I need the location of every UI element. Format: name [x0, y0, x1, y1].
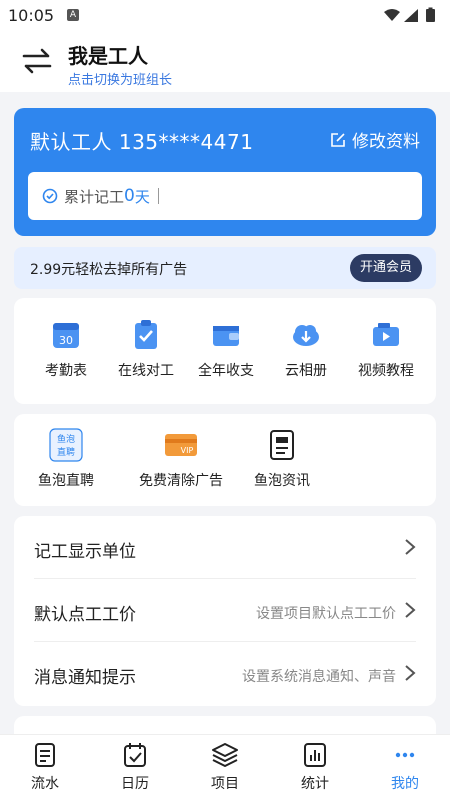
grid-label: 鱼泡资讯 [254, 473, 310, 489]
bar-chart-icon [304, 743, 326, 767]
grid-item-video-tutorial[interactable]: 视频教程 [346, 318, 426, 380]
svg-text:30: 30 [59, 334, 73, 347]
profile-phone: 135****4471 [118, 130, 254, 154]
wifi-icon [384, 9, 400, 21]
tab-ledger[interactable]: 流水 [10, 741, 80, 793]
signal-icon [404, 9, 418, 22]
vip-badge-text: VIP [181, 446, 194, 455]
chevron-right-icon [405, 539, 416, 555]
notification-a-icon: A [67, 9, 79, 21]
video-icon [373, 323, 399, 346]
yupao-recruit-icon: 鱼泡 直聘 [49, 428, 83, 462]
grid-item-attendance[interactable]: 30 考勤表 [26, 318, 106, 380]
calendar-30-icon: 30 [53, 323, 79, 348]
grid-item-yupao-news[interactable]: 鱼泡资讯 [242, 428, 322, 490]
badge-text-line1: 鱼泡 [57, 433, 75, 445]
setting-title: 默认点工工价 [34, 605, 136, 625]
services-grid: 鱼泡 直聘 鱼泡直聘 VIP 免费清除广告 鱼泡资讯 [14, 414, 436, 506]
wallet-icon [213, 326, 239, 346]
setting-title: 消息通知提示 [34, 668, 136, 688]
grid-label: 免费清除广告 [139, 473, 223, 489]
setting-notifications[interactable]: 消息通知提示 设置系统消息通知、声音 [14, 642, 436, 704]
status-icons [384, 7, 435, 22]
profile-name-line: 默认工人 135****4471 [30, 126, 253, 155]
grid-item-online-check[interactable]: 在线对工 [106, 318, 186, 380]
profile-name: 默认工人 [30, 130, 112, 154]
workdays-summary[interactable]: 累计记工 0 天 [28, 172, 422, 220]
news-document-icon [270, 430, 294, 460]
grid-label: 考勤表 [45, 363, 87, 379]
tab-label: 日历 [121, 776, 149, 792]
grid-label: 全年收支 [198, 363, 254, 379]
setting-default-wage[interactable]: 默认点工工价 设置项目默认点工工价 [14, 579, 436, 641]
ad-text: 2.99元轻松去掉所有广告 [30, 262, 188, 278]
tab-label: 我的 [391, 776, 419, 792]
setting-display-unit[interactable]: 记工显示单位 [14, 516, 436, 578]
profile-card: 默认工人 135****4471 修改资料 累计记工 0 天 [14, 108, 436, 236]
setting-hint: 设置系统消息通知、声音 [242, 669, 396, 685]
grid-item-free-remove-ads[interactable]: VIP 免费清除广告 [126, 428, 236, 490]
chevron-right-icon [405, 602, 416, 618]
settings-list: 记工显示单位 默认点工工价 设置项目默认点工工价 消息通知提示 设置系统消息通知… [14, 516, 436, 706]
cloud-download-icon [293, 325, 319, 346]
status-bar: 10:05 A [0, 0, 450, 30]
document-icon [35, 743, 55, 767]
tab-mine[interactable]: 我的 [370, 741, 440, 793]
switch-role-link[interactable]: 点击切换为班组长 [68, 69, 172, 88]
grid-label: 云相册 [285, 363, 327, 379]
chevron-right-icon [405, 665, 416, 681]
remove-ads-banner[interactable]: 2.99元轻松去掉所有广告 开通会员 [14, 247, 436, 289]
grid-item-annual-finance[interactable]: 全年收支 [186, 318, 266, 380]
switch-role-icon[interactable] [20, 46, 54, 76]
setting-title: 记工显示单位 [34, 542, 136, 562]
status-time: 10:05 [8, 6, 55, 25]
battery-icon [426, 9, 435, 22]
grid-item-yupao-recruit[interactable]: 鱼泡 直聘 鱼泡直聘 [26, 428, 106, 490]
more-dots-icon [395, 752, 415, 758]
workdays-label: 累计记工 [64, 187, 125, 206]
badge-text-line2: 直聘 [57, 446, 75, 458]
edit-icon [331, 132, 345, 147]
role-header[interactable]: 我是工人 点击切换为班组长 [0, 30, 450, 92]
tab-projects[interactable]: 项目 [190, 741, 260, 793]
grid-item-cloud-album[interactable]: 云相册 [266, 318, 346, 380]
tab-label: 项目 [211, 776, 239, 792]
edit-profile-label: 修改资料 [352, 132, 420, 152]
tab-statistics[interactable]: 统计 [280, 741, 350, 793]
divider [157, 188, 159, 204]
clipboard-check-icon [135, 320, 157, 349]
calendar-check-icon [124, 743, 146, 767]
workdays-unit: 天 [134, 187, 150, 206]
workdays-value: 0 [124, 186, 135, 206]
grid-label: 鱼泡直聘 [38, 473, 94, 489]
tools-grid: 30 考勤表 在线对工 全年收支 云相册 视频教程 [14, 298, 436, 404]
tab-calendar[interactable]: 日历 [100, 741, 170, 793]
open-membership-button[interactable]: 开通会员 [350, 254, 422, 282]
check-circle-icon [42, 188, 58, 204]
vip-card-icon: VIP [165, 434, 197, 456]
role-title: 我是工人 [68, 44, 148, 68]
layers-icon [212, 743, 238, 767]
grid-label: 在线对工 [118, 363, 174, 379]
bottom-tab-bar: 流水 日历 项目 统计 我的 [0, 734, 450, 800]
setting-hint: 设置项目默认点工工价 [256, 606, 396, 622]
tab-label: 统计 [301, 776, 329, 792]
edit-profile-button[interactable]: 修改资料 [330, 127, 420, 152]
grid-label: 视频教程 [358, 363, 414, 379]
tab-label: 流水 [31, 776, 59, 792]
